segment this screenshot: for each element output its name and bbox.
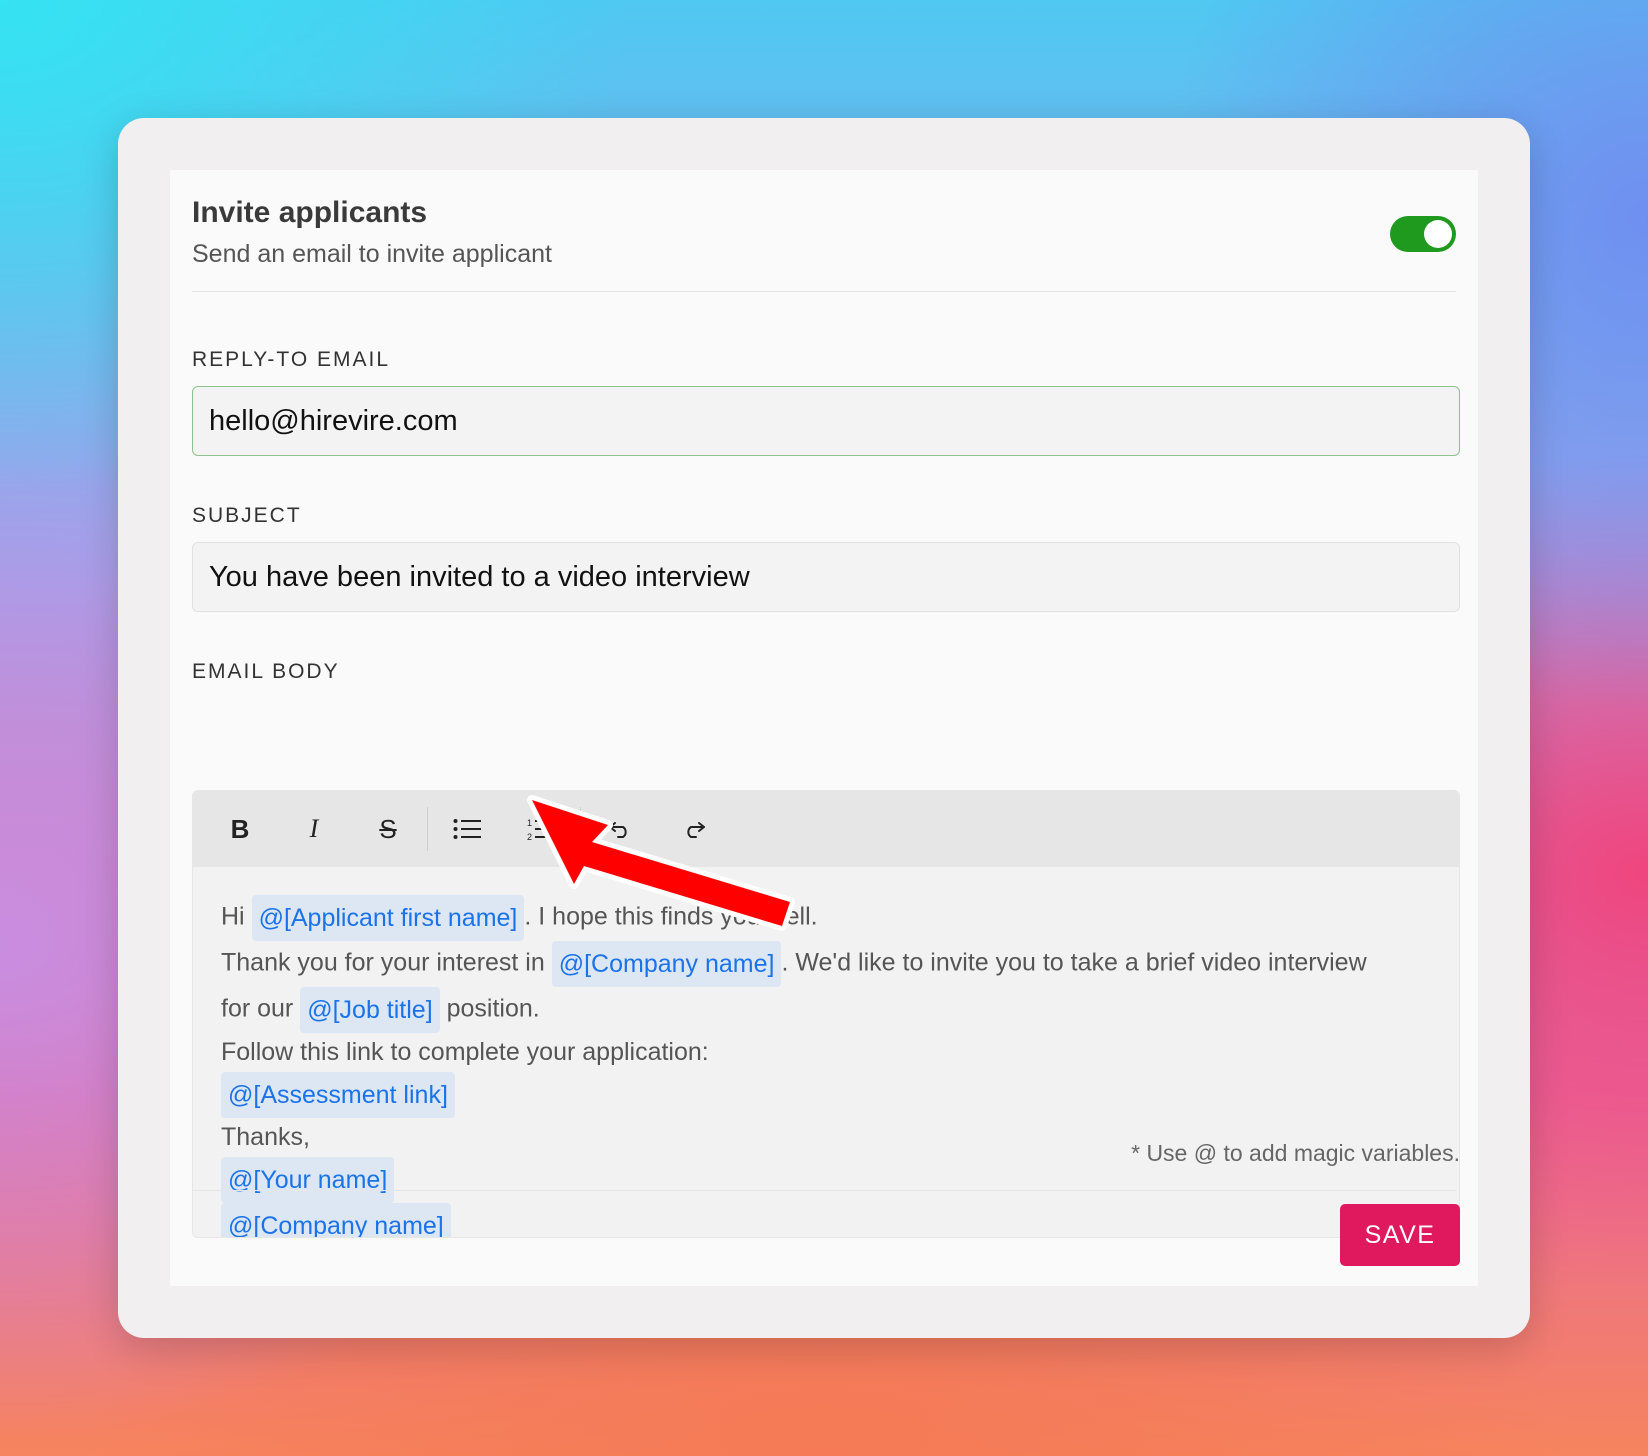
magic-variables-hint: * Use @ to add magic variables.	[1131, 1140, 1460, 1166]
svg-text:2: 2	[527, 832, 532, 841]
email-body-label: EMAIL BODY	[192, 660, 340, 683]
invite-header: Invite applicants Send an email to invit…	[192, 184, 1456, 292]
strikethrough-icon: S	[379, 813, 397, 844]
subject-label: SUBJECT	[192, 504, 302, 527]
variable-your-name[interactable]: @[Your name]	[221, 1157, 395, 1203]
bulleted-list-icon	[453, 819, 481, 839]
editor-toolbar: B I S 1 2	[193, 791, 1459, 867]
body-text: . I hope this finds you well.	[524, 902, 818, 931]
email-body-editor[interactable]: B I S 1 2 Hi @[Applicant first name] . I…	[192, 790, 1460, 1238]
reply-to-email-input[interactable]	[192, 386, 1460, 456]
page-subtitle: Send an email to invite applicant	[192, 240, 552, 268]
body-text: Thank you for your interest in	[221, 948, 545, 977]
variable-company-name[interactable]: @[Company name]	[551, 941, 782, 987]
italic-icon: I	[309, 814, 319, 843]
toolbar-separator	[580, 807, 581, 851]
undo-icon	[609, 822, 627, 838]
toolbar-separator	[427, 807, 428, 851]
reply-to-label: REPLY-TO EMAIL	[192, 348, 391, 371]
redo-button[interactable]	[657, 799, 731, 859]
italic-button[interactable]: I	[277, 799, 351, 859]
numbered-list-button[interactable]: 1 2	[504, 799, 578, 859]
numbered-list-icon: 1 2	[527, 818, 555, 841]
bullet-list-button[interactable]	[430, 799, 504, 859]
body-text: . We'd like to invite you to take a brie…	[781, 948, 1367, 977]
save-button[interactable]: SAVE	[1340, 1204, 1460, 1266]
undo-button[interactable]	[583, 799, 657, 859]
invite-panel: Invite applicants Send an email to invit…	[170, 170, 1478, 1286]
body-line: @[Assessment link]	[221, 1072, 1431, 1118]
bold-button[interactable]: B	[203, 799, 277, 859]
body-line: for our @[Job title] position.	[221, 987, 1431, 1033]
footer-divider	[192, 1190, 1456, 1191]
settings-card: Invite applicants Send an email to invit…	[118, 118, 1530, 1338]
greeting-text: Hi	[221, 902, 245, 931]
variable-company-name[interactable]: @[Company name]	[221, 1203, 451, 1237]
strikethrough-button[interactable]: S	[351, 799, 425, 859]
redo-icon	[687, 822, 705, 838]
email-body-content[interactable]: Hi @[Applicant first name]. I hope this …	[193, 867, 1459, 1237]
variable-assessment-link[interactable]: @[Assessment link]	[221, 1072, 455, 1118]
body-line: Thank you for your interest in @[Company…	[221, 941, 1431, 987]
variable-job-title[interactable]: @[Job title]	[300, 987, 440, 1033]
svg-text:1: 1	[527, 818, 532, 828]
page-title: Invite applicants	[192, 196, 428, 229]
body-line: Hi @[Applicant first name]. I hope this …	[221, 895, 1431, 941]
body-line: @[Company name]	[221, 1203, 1431, 1237]
invite-toggle[interactable]	[1390, 216, 1456, 252]
variable-applicant-first-name[interactable]: @[Applicant first name]	[251, 895, 525, 941]
toggle-knob	[1424, 220, 1452, 248]
body-text: position.	[446, 994, 540, 1023]
body-line: Follow this link to complete your applic…	[221, 1038, 709, 1066]
subject-input[interactable]	[192, 542, 1460, 612]
bold-icon: B	[230, 813, 250, 844]
body-text: for our	[221, 994, 294, 1023]
